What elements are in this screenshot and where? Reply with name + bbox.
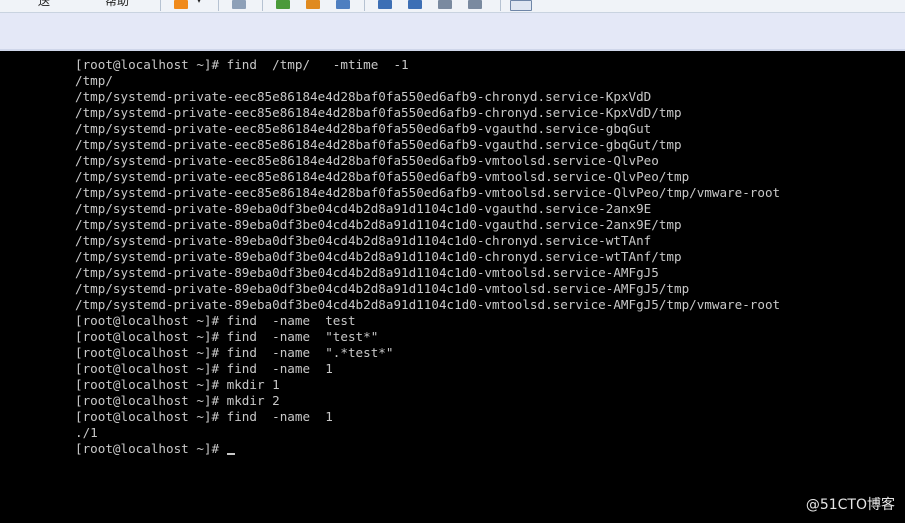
- terminal-line: /tmp/systemd-private-89eba0df3be04cd4b2d…: [75, 201, 652, 216]
- toolbar-separator: [218, 0, 219, 11]
- terminal-line: /tmp/systemd-private-89eba0df3be04cd4b2d…: [75, 249, 682, 264]
- console-view-icon[interactable]: [510, 0, 532, 11]
- snapshot-icon[interactable]: [276, 0, 290, 9]
- toolbar-separator: [364, 0, 365, 11]
- terminal-line: [root@localhost ~]# find -name 1: [75, 361, 333, 376]
- terminal-line: /tmp/systemd-private-eec85e86184e4d28baf…: [75, 121, 652, 136]
- terminal-line: /tmp/systemd-private-89eba0df3be04cd4b2d…: [75, 217, 682, 232]
- terminal-line: /tmp/systemd-private-eec85e86184e4d28baf…: [75, 105, 682, 120]
- help-menu[interactable]: 帮助: [105, 0, 129, 10]
- terminal-line: /tmp/systemd-private-eec85e86184e4d28baf…: [75, 153, 659, 168]
- terminal-line: ./1: [75, 425, 98, 440]
- revert-snapshot-icon[interactable]: [306, 0, 320, 9]
- terminal-line: /tmp/systemd-private-89eba0df3be04cd4b2d…: [75, 233, 652, 248]
- terminal-line: [root@localhost ~]# find /tmp/ -mtime -1: [75, 57, 409, 72]
- terminal-line: [root@localhost ~]# mkdir 2: [75, 393, 280, 408]
- terminal-line: /tmp/systemd-private-89eba0df3be04cd4b2d…: [75, 281, 690, 296]
- terminal-console[interactable]: [root@localhost ~]# find /tmp/ -mtime -1…: [0, 51, 905, 523]
- toolbar-separator: [160, 0, 161, 11]
- terminal-line: [root@localhost ~]# mkdir 1: [75, 377, 280, 392]
- terminal-line: [root@localhost ~]# find -name 1: [75, 409, 333, 424]
- stretch-icon[interactable]: [468, 0, 482, 9]
- terminal-line: /tmp/systemd-private-89eba0df3be04cd4b2d…: [75, 265, 659, 280]
- toolbar-separator: [500, 0, 501, 11]
- terminal-prompt-line[interactable]: [root@localhost ~]#: [75, 441, 780, 457]
- terminal-line: /tmp/systemd-private-eec85e86184e4d28baf…: [75, 89, 652, 104]
- terminal-line: /tmp/systemd-private-eec85e86184e4d28baf…: [75, 137, 682, 152]
- toolbar-menu-item[interactable]: 送: [38, 0, 50, 10]
- terminal-line: /tmp/systemd-private-eec85e86184e4d28baf…: [75, 169, 690, 184]
- tab-bar: [0, 13, 905, 51]
- terminal-line: /tmp/systemd-private-eec85e86184e4d28baf…: [75, 185, 781, 200]
- toolbar-separator: [262, 0, 263, 11]
- terminal-line: [root@localhost ~]# find -name ".*test*": [75, 345, 394, 360]
- fullscreen-icon[interactable]: [408, 0, 422, 9]
- view-icon[interactable]: [378, 0, 392, 9]
- terminal-line: /tmp/systemd-private-89eba0df3be04cd4b2d…: [75, 297, 781, 312]
- snapshot-manager-icon[interactable]: [336, 0, 350, 9]
- terminal-line: /tmp/: [75, 73, 113, 88]
- terminal-output: [root@localhost ~]# find /tmp/ -mtime -1…: [75, 57, 780, 457]
- text-cursor: [226, 453, 235, 455]
- terminal-line: [root@localhost ~]# find -name "test*": [75, 329, 379, 344]
- chevron-down-icon[interactable]: ▾: [196, 0, 202, 10]
- terminal-line: [root@localhost ~]# find -name test: [75, 313, 356, 328]
- pause-icon[interactable]: [174, 0, 188, 9]
- send-keys-icon[interactable]: [232, 0, 246, 9]
- watermark: @51CTO博客: [805, 497, 895, 513]
- terminal-prompt: [root@localhost ~]#: [75, 441, 227, 456]
- unity-icon[interactable]: [438, 0, 452, 9]
- vm-toolbar: 送 帮助 ▾: [0, 0, 905, 13]
